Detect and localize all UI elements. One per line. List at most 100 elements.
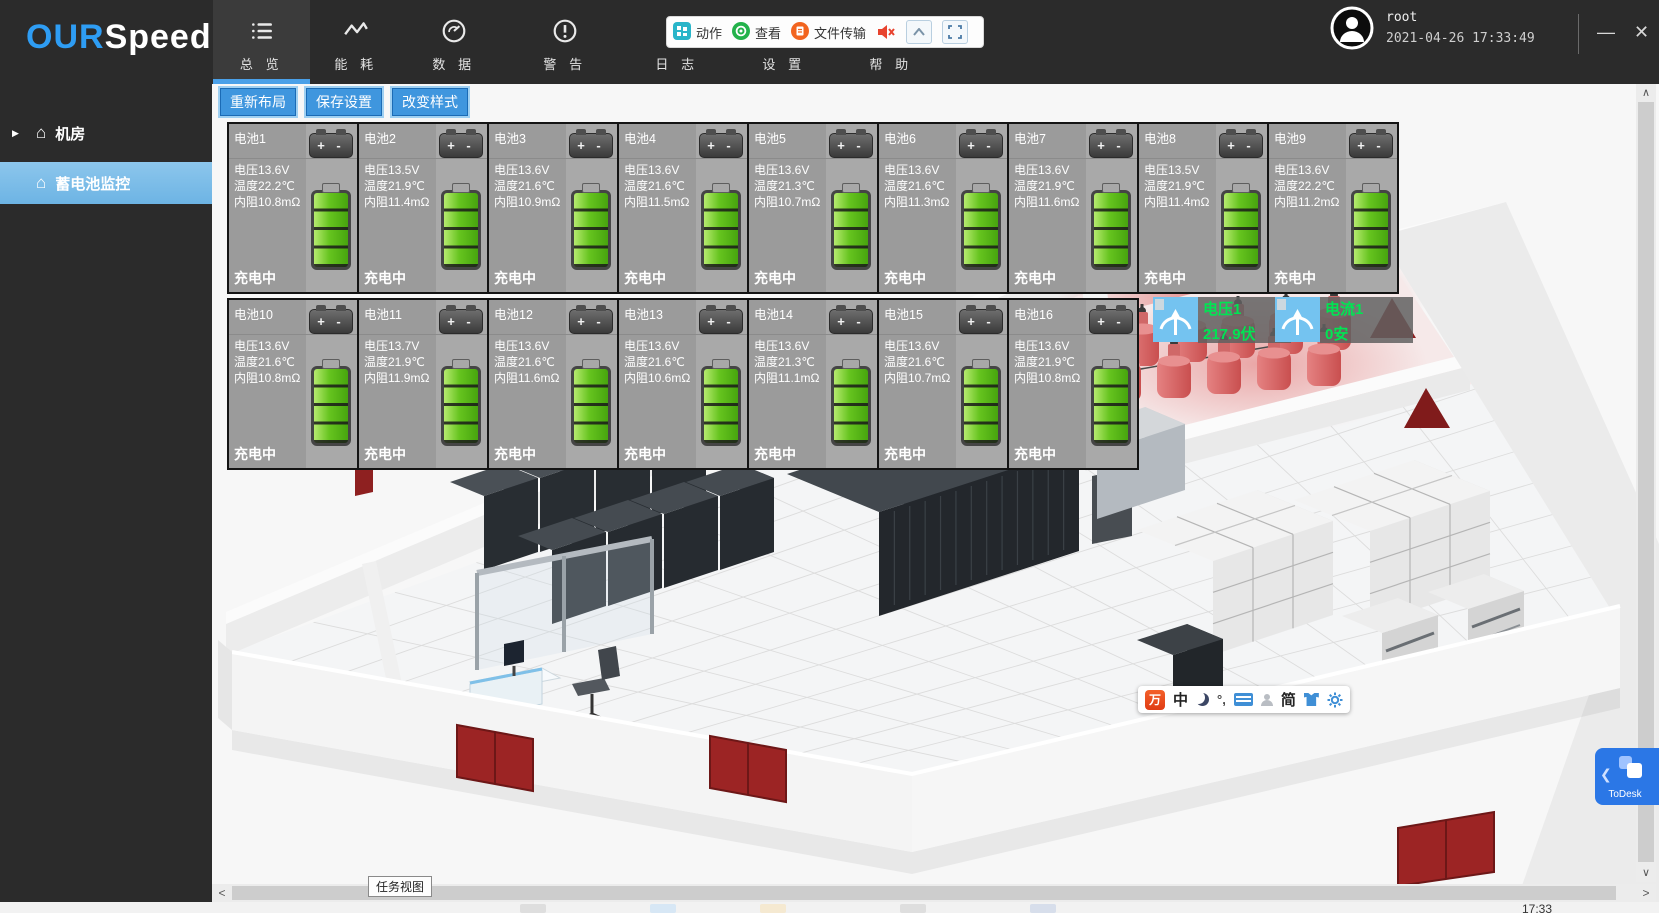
os-taskbar-sliver: 17:33 — [0, 902, 1659, 913]
quick-actions-button[interactable]: 动作 — [673, 22, 722, 43]
sensor-widget-2[interactable]: 电流10安 — [1275, 297, 1413, 343]
battery-card-15[interactable]: 电池15+ -电压13.6V温度21.6℃内阻10.7mΩ充电中 — [877, 298, 1009, 470]
ime-skin-icon[interactable] — [1304, 693, 1319, 706]
ime-settings-gear-icon[interactable] — [1327, 692, 1343, 708]
battery-card-11[interactable]: 电池11+ -电压13.7V温度21.9℃内阻11.9mΩ充电中 — [357, 298, 489, 470]
battery-temperature: 温度21.6℃ — [884, 179, 959, 195]
actions-icon — [673, 22, 691, 43]
battery-card-8[interactable]: 电池8+ -电压13.5V温度21.9℃内阻11.4mΩ充电中 — [1137, 122, 1269, 294]
todesk-label: ToDesk — [1595, 789, 1655, 800]
scroll-up-arrow[interactable]: ∧ — [1636, 84, 1656, 102]
battery-terminal-icon: + - — [699, 133, 743, 158]
battery-card-3[interactable]: 电池3+ -电压13.6V温度21.6℃内阻10.9mΩ充电中 — [487, 122, 619, 294]
battery-terminal-icon: + - — [1089, 309, 1133, 334]
ime-logo-icon[interactable]: 万 — [1145, 690, 1165, 710]
battery-card-12[interactable]: 电池12+ -电压13.6V温度21.6℃内阻11.6mΩ充电中 — [487, 298, 619, 470]
battery-resistance: 内阻11.6mΩ — [494, 371, 569, 387]
application-window: OURSpeed 总 览能 耗数 据警 告日 志设 置帮 助 动作查看文件传输 … — [0, 0, 1659, 913]
ime-punctuation-icon[interactable]: °, — [1217, 692, 1226, 707]
battery-status: 充电中 — [1014, 268, 1056, 288]
ime-chinese-mode[interactable]: 中 — [1173, 689, 1188, 710]
horizontal-scroll-thumb[interactable] — [232, 886, 1616, 900]
battery-voltage: 电压13.5V — [364, 163, 439, 179]
scroll-right-arrow[interactable]: > — [1636, 884, 1656, 902]
battery-status: 充电中 — [754, 268, 796, 288]
battery-resistance: 内阻11.3mΩ — [884, 195, 959, 211]
battery-level-icon — [1351, 190, 1391, 270]
fullscreen-button[interactable] — [942, 20, 968, 44]
battery-voltage: 电压13.6V — [234, 163, 309, 179]
tab-1[interactable]: 总 览 — [213, 0, 310, 84]
battery-voltage: 电压13.6V — [884, 339, 959, 355]
battery-resistance: 内阻10.8mΩ — [234, 371, 309, 387]
battery-card-2[interactable]: 电池2+ -电压13.5V温度21.9℃内阻11.4mΩ充电中 — [357, 122, 489, 294]
sidebar-item-1[interactable]: ▶⌂机房 — [0, 112, 212, 154]
battery-card-10[interactable]: 电池10+ -电压13.6V温度21.6℃内阻10.8mΩ充电中 — [227, 298, 359, 470]
ime-fullwidth-moon-icon[interactable] — [1196, 693, 1209, 706]
ime-account-icon[interactable] — [1261, 694, 1273, 706]
topbar-divider — [1578, 14, 1579, 54]
collapse-chevron-icon[interactable]: ❮ — [1600, 766, 1612, 783]
battery-status: 充电中 — [624, 444, 666, 464]
quick-file-transfer-button[interactable]: 文件传输 — [791, 22, 866, 43]
taskbar-icon[interactable] — [1030, 904, 1056, 913]
taskbar-tooltip: 任务视图 — [368, 876, 432, 897]
battery-temperature: 温度21.6℃ — [624, 355, 699, 371]
battery-voltage: 电压13.6V — [234, 339, 309, 355]
battery-temperature: 温度22.2℃ — [234, 179, 309, 195]
taskbar-icon[interactable] — [650, 904, 676, 913]
collapse-toolbar-button[interactable] — [906, 20, 932, 44]
tab-3[interactable]: 数 据 — [402, 0, 506, 84]
expand-caret-icon[interactable]: ▶ — [12, 128, 19, 139]
sensor-widget-1[interactable]: 电压1217.9伏 — [1153, 297, 1291, 343]
sidebar-item-2[interactable]: ⌂蓄电池监控 — [0, 162, 212, 204]
battery-card-9[interactable]: 电池9+ -电压13.6V温度22.2℃内阻11.2mΩ充电中 — [1267, 122, 1399, 294]
action-button-1[interactable]: 重新布局 — [220, 88, 296, 116]
battery-level-icon — [1221, 190, 1261, 270]
battery-voltage: 电压13.6V — [754, 163, 829, 179]
battery-card-16[interactable]: 电池16+ -电压13.6V温度21.9℃内阻10.8mΩ充电中 — [1007, 298, 1139, 470]
alert-icon — [552, 16, 578, 46]
battery-card-4[interactable]: 电池4+ -电压13.6V温度21.6℃内阻11.5mΩ充电中 — [617, 122, 749, 294]
battery-card-5[interactable]: 电池5+ -电压13.6V温度21.3℃内阻10.7mΩ充电中 — [747, 122, 879, 294]
battery-resistance: 内阻10.7mΩ — [754, 195, 829, 211]
scroll-left-arrow[interactable]: < — [212, 884, 232, 902]
battery-name: 电池15 — [884, 304, 923, 323]
battery-resistance: 内阻11.4mΩ — [1144, 195, 1219, 211]
datetime: 2021-04-26 17:33:49 — [1386, 31, 1535, 46]
action-button-3[interactable]: 改变样式 — [392, 88, 468, 116]
file-transfer-icon — [791, 22, 809, 43]
taskbar-icon[interactable] — [900, 904, 926, 913]
battery-resistance: 内阻10.8mΩ — [234, 195, 309, 211]
battery-terminal-icon: + - — [959, 309, 1003, 334]
battery-card-7[interactable]: 电池7+ -电压13.6V温度21.9℃内阻11.6mΩ充电中 — [1007, 122, 1139, 294]
main-content: 重新布局保存设置改变样式 电池1+ -电压13.6V温度22.2℃内阻10.8m… — [212, 84, 1659, 913]
battery-terminal-icon: + - — [1219, 133, 1263, 158]
battery-terminal-icon: + - — [829, 309, 873, 334]
minimize-button[interactable]: — — [1597, 20, 1615, 44]
taskbar-icon[interactable] — [520, 904, 546, 913]
battery-card-6[interactable]: 电池6+ -电压13.6V温度21.6℃内阻11.3mΩ充电中 — [877, 122, 1009, 294]
tab-4[interactable]: 警 告 — [506, 0, 624, 84]
battery-status: 充电中 — [364, 444, 406, 464]
logo-primary: OUR — [26, 18, 105, 56]
todesk-widget[interactable]: ❮ ToDesk — [1595, 748, 1659, 805]
action-button-2[interactable]: 保存设置 — [306, 88, 382, 116]
close-button[interactable]: ✕ — [1634, 20, 1649, 44]
desk-monitor — [504, 640, 524, 666]
layout-actions: 重新布局保存设置改变样式 — [220, 88, 468, 116]
sensor-value: 0安 — [1325, 323, 1409, 344]
ime-keyboard-icon[interactable] — [1234, 693, 1253, 706]
mute-speaker-icon[interactable] — [876, 23, 896, 41]
tab-2[interactable]: 能 耗 — [310, 0, 402, 84]
ime-simplified-toggle[interactable]: 简 — [1281, 689, 1296, 710]
quick-view-button[interactable]: 查看 — [732, 22, 781, 43]
taskbar-icon[interactable] — [760, 904, 786, 913]
battery-status: 充电中 — [884, 444, 926, 464]
battery-status: 充电中 — [364, 268, 406, 288]
battery-name: 电池13 — [624, 304, 663, 323]
battery-card-1[interactable]: 电池1+ -电压13.6V温度22.2℃内阻10.8mΩ充电中 — [227, 122, 359, 294]
battery-card-14[interactable]: 电池14+ -电压13.6V温度21.3℃内阻11.1mΩ充电中 — [747, 298, 879, 470]
battery-card-13[interactable]: 电池13+ -电压13.6V温度21.6℃内阻10.6mΩ充电中 — [617, 298, 749, 470]
scroll-down-arrow[interactable]: ∨ — [1636, 864, 1656, 882]
